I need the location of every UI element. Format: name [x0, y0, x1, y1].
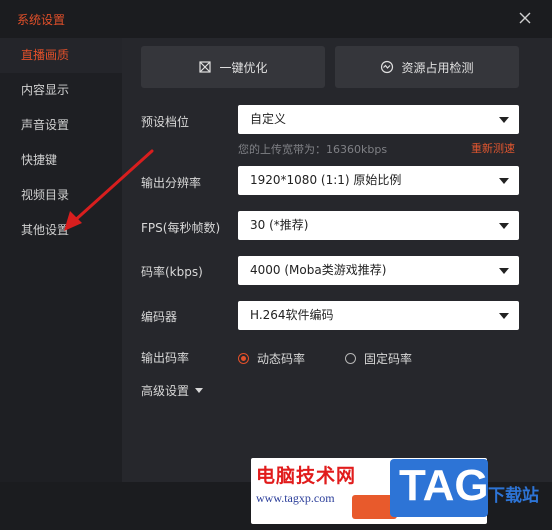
chevron-down-icon — [499, 313, 509, 319]
close-icon[interactable] — [517, 10, 533, 26]
upload-bandwidth-hint: 您的上传宽带为：16360kbps — [238, 143, 388, 156]
watermark-download-text: 下载站 — [488, 486, 539, 506]
resolution-select[interactable]: 1920*1080 (1:1) 原始比例 — [238, 166, 519, 195]
resolution-value: 1920*1080 (1:1) 原始比例 — [250, 173, 402, 187]
dynamic-bitrate-radio[interactable]: 动态码率 — [238, 350, 305, 367]
fps-select[interactable]: 30 (*推荐) — [238, 211, 519, 240]
advanced-settings-toggle[interactable]: 高级设置 — [141, 382, 204, 399]
bitrate-select[interactable]: 4000 (Moba类游戏推荐) — [238, 256, 519, 285]
advanced-settings-label: 高级设置 — [141, 384, 190, 398]
bitrate-label: 码率(kbps) — [141, 265, 203, 279]
chevron-down-icon — [499, 268, 509, 274]
red-arrow-annotation — [64, 149, 154, 231]
optimize-label: 一键优化 — [219, 60, 268, 75]
radio-selected-icon — [238, 353, 249, 364]
resource-usage-check-button[interactable]: 资源占用检测 — [335, 46, 519, 88]
fixed-bitrate-label: 固定码率 — [364, 352, 413, 366]
watermark-site-name: 电脑技术网 — [256, 465, 357, 487]
output-rate-label: 输出码率 — [141, 351, 190, 365]
bitrate-value: 4000 (Moba类游戏推荐) — [250, 263, 387, 277]
preset-select[interactable]: 自定义 — [238, 105, 519, 134]
title-bar: 系统设置 — [0, 0, 552, 38]
sidebar-item-sound[interactable]: 声音设置 — [0, 108, 122, 143]
watermark-url: www.tagxp.com — [256, 491, 335, 505]
fps-value: 30 (*推荐) — [250, 218, 309, 232]
caret-down-icon — [195, 388, 204, 393]
chevron-down-icon — [499, 117, 509, 123]
resource-label: 资源占用检测 — [401, 60, 474, 75]
one-click-optimize-button[interactable]: 一键优化 — [141, 46, 325, 88]
dynamic-bitrate-label: 动态码率 — [257, 352, 306, 366]
encoder-value: H.264软件编码 — [250, 308, 334, 322]
preset-value: 自定义 — [250, 112, 287, 126]
radio-unselected-icon — [345, 353, 356, 364]
monitor-icon — [381, 60, 394, 74]
retest-speed-link[interactable]: 重新测速 — [471, 140, 515, 156]
preset-label: 预设档位 — [141, 115, 190, 129]
window-title: 系统设置 — [17, 13, 66, 27]
chevron-down-icon — [499, 178, 509, 184]
fixed-bitrate-radio[interactable]: 固定码率 — [345, 350, 412, 367]
chevron-down-icon — [499, 223, 509, 229]
encoder-label: 编码器 — [141, 310, 178, 324]
watermark-logo-text: TAG — [399, 461, 489, 510]
encoder-select[interactable]: H.264软件编码 — [238, 301, 519, 330]
sidebar-item-quality[interactable]: 直播画质 — [0, 38, 122, 73]
optimize-icon — [199, 61, 212, 73]
sidebar-item-content-display[interactable]: 内容显示 — [0, 73, 122, 108]
